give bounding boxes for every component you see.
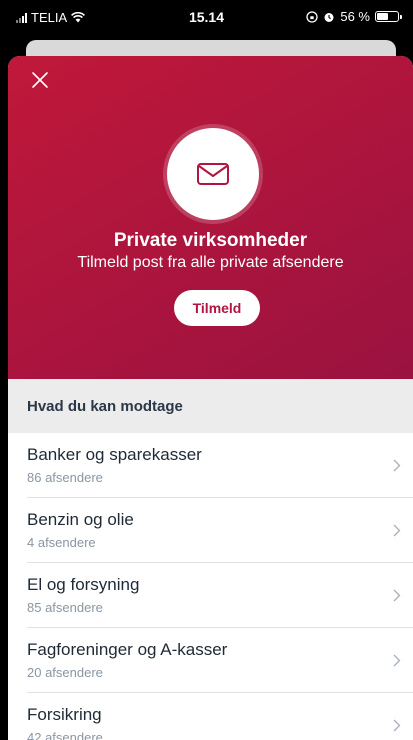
category-list: Banker og sparekasser 86 afsendere Benzi… <box>8 433 413 740</box>
list-item-el[interactable]: El og forsyning 85 afsendere <box>27 563 413 628</box>
list-item-count: 86 afsendere <box>27 470 103 485</box>
hero-banner: Private virksomheder Tilmeld post fra al… <box>8 56 413 379</box>
list-item-title: Forsikring <box>27 705 102 724</box>
battery-percent: 56 % <box>340 9 370 24</box>
chevron-right-icon <box>393 719 401 732</box>
list-item-count: 4 afsendere <box>27 535 96 550</box>
hero-subtitle: Tilmeld post fra alle private afsendere <box>77 254 344 271</box>
list-item-banker[interactable]: Banker og sparekasser 86 afsendere <box>27 433 413 498</box>
chevron-right-icon <box>393 524 401 537</box>
chevron-right-icon <box>393 459 401 472</box>
list-item-forsikring[interactable]: Forsikring 42 afsendere <box>27 693 413 740</box>
subscribe-button[interactable]: Tilmeld <box>174 290 260 326</box>
status-bar: TELIA 15.14 56 % <box>0 0 413 36</box>
alarm-icon <box>324 12 334 22</box>
list-item-benzin[interactable]: Benzin og olie 4 afsendere <box>27 498 413 563</box>
list-item-title: Banker og sparekasser <box>27 445 202 464</box>
list-item-count: 85 afsendere <box>27 600 103 615</box>
list-item-count: 20 afsendere <box>27 665 103 680</box>
status-right: 56 % <box>306 9 402 24</box>
chevron-right-icon <box>393 654 401 667</box>
envelope-badge <box>167 128 259 220</box>
list-item-title: El og forsyning <box>27 575 140 594</box>
list-item-title: Benzin og olie <box>27 510 134 529</box>
section-header: Hvad du kan modtage <box>8 379 413 433</box>
battery-fill <box>377 13 389 20</box>
hero-title: Private virksomheder <box>113 230 308 251</box>
list-item-title: Fagforeninger og A-kasser <box>27 640 228 659</box>
battery-icon <box>375 11 402 22</box>
close-icon[interactable] <box>30 70 50 90</box>
modal-sheet: Private virksomheder Tilmeld post fra al… <box>8 56 413 740</box>
list-item-count: 42 afsendere <box>27 730 103 740</box>
rotation-lock-icon <box>306 10 319 23</box>
list-item-fagforeninger[interactable]: Fagforeninger og A-kasser 20 afsendere <box>27 628 413 693</box>
chevron-right-icon <box>393 589 401 602</box>
envelope-icon <box>197 163 229 185</box>
